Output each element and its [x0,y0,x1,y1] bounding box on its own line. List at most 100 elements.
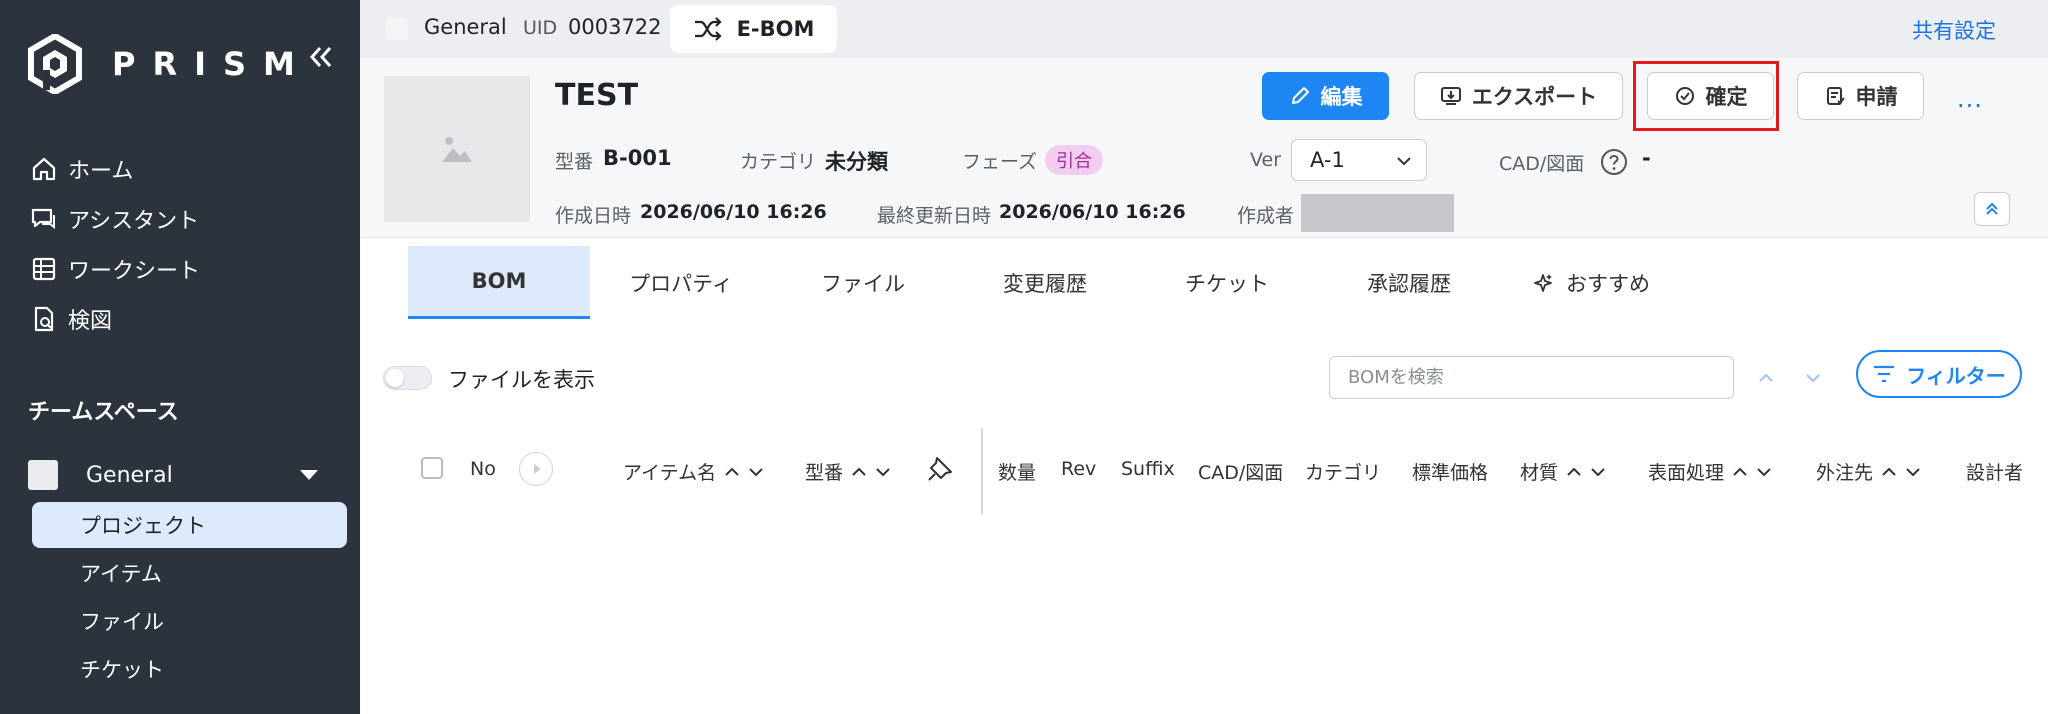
workspace-thumbnail [28,460,58,490]
sidebar-item-label: プロジェクト [80,514,206,538]
version-select[interactable]: A-1 [1291,139,1427,181]
column-label: アイテム名 [623,462,717,484]
column-standard-price[interactable]: 標準価格 [1412,458,1488,485]
updated-label: 最終更新日時 [877,205,992,227]
project-thumbnail[interactable] [384,76,530,222]
sidebar-item-files[interactable]: ファイル [32,598,347,644]
sort-desc-icon[interactable] [875,466,891,478]
brand[interactable]: PRISM [28,34,312,94]
tab-bar: BOM プロパティ ファイル 変更履歴 チケット 承認履歴 おすすめ [408,246,1682,319]
workspace-selector[interactable]: General [28,458,324,492]
column-rev[interactable]: Rev [1061,458,1096,480]
column-label: 数量 [998,462,1037,484]
previous-result-icon[interactable] [1757,370,1775,386]
chat-icon [31,208,55,229]
column-label: No [470,458,496,480]
sparkle-icon [1534,273,1552,292]
tab-change-history[interactable]: 変更履歴 [954,246,1136,319]
nav-label: ワークシート [68,259,201,284]
nav-item-worksheet[interactable]: ワークシート [30,244,200,294]
sort-asc-icon[interactable] [1881,466,1897,478]
updated-value: 2026/06/10 16:26 [999,201,1186,223]
column-label: Suffix [1121,458,1175,480]
apply-label: 申請 [1855,85,1898,109]
edit-button[interactable]: 編集 [1262,72,1389,120]
sidebar-item-tickets[interactable]: チケット [32,646,347,692]
sort-asc-icon[interactable] [1566,466,1582,478]
table-icon [32,257,56,281]
breadcrumb-workspace[interactable]: General [424,15,507,39]
project-header: TEST 型番 B-001 カテゴリ 未分類 フェーズ Ver CAD/図面 -… [360,58,2048,238]
tab-bom[interactable]: BOM [408,246,590,319]
cad-value: - [1642,146,1651,170]
team-space-heading: チームスペース [28,400,179,425]
home-icon [32,157,56,181]
column-surface-treatment[interactable]: 表面処理 [1648,458,1772,485]
column-suffix[interactable]: Suffix [1121,458,1175,480]
pin-icon[interactable] [925,454,955,484]
column-label: 設計者 [1966,462,2024,484]
show-files-label: ファイルを表示 [448,368,595,392]
sort-desc-icon[interactable] [748,466,764,478]
main-nav: ホーム アシスタント ワークシート 検図 [30,144,200,344]
brand-name: PRISM [112,45,312,83]
nav-item-home[interactable]: ホーム [30,144,200,194]
column-no[interactable]: No [470,458,496,480]
next-result-icon[interactable] [1804,370,1822,386]
sidebar-item-items[interactable]: アイテム [32,550,347,596]
tab-label: おすすめ [1566,271,1650,296]
category-value: 未分類 [825,150,888,174]
show-files-toggle[interactable] [383,366,432,390]
column-cad[interactable]: CAD/図面 [1198,458,1283,485]
column-label: CAD/図面 [1198,462,1284,484]
share-settings-link[interactable]: 共有設定 [1912,15,1996,45]
sort-desc-icon[interactable] [1905,466,1921,478]
bom-search-input[interactable] [1329,356,1734,399]
caret-down-icon [300,470,318,480]
export-icon [1440,87,1461,105]
column-item-name[interactable]: アイテム名 [623,458,764,485]
filter-button[interactable]: フィルター [1856,350,2022,398]
sort-asc-icon[interactable] [851,466,867,478]
tab-tickets[interactable]: チケット [1136,246,1318,319]
tab-recommendations[interactable]: おすすめ [1500,246,1682,319]
apply-button[interactable]: 申請 [1797,72,1924,120]
more-options-button[interactable]: ··· [1957,92,1983,120]
sort-asc-icon[interactable] [724,466,740,478]
export-button[interactable]: エクスポート [1414,72,1623,120]
sidebar-item-projects[interactable]: プロジェクト [32,502,347,548]
column-label: 材質 [1520,462,1559,484]
column-model[interactable]: 型番 [805,458,891,485]
sort-asc-icon[interactable] [1732,466,1748,478]
column-category[interactable]: カテゴリ [1305,458,1381,485]
nav-item-assistant[interactable]: アシスタント [30,194,200,244]
sort-desc-icon[interactable] [1590,466,1606,478]
sidebar-item-label: アイテム [80,562,162,586]
collapse-sidebar-icon[interactable] [308,44,334,70]
column-label: Rev [1061,458,1097,480]
tab-approval-history[interactable]: 承認履歴 [1318,246,1500,319]
created-label: 作成日時 [555,205,632,227]
column-supplier[interactable]: 外注先 [1816,458,1921,485]
expand-all-button[interactable] [519,452,553,486]
nav-label: 検図 [68,309,113,334]
column-label: 型番 [805,462,844,484]
select-all-checkbox[interactable] [421,457,443,479]
column-quantity[interactable]: 数量 [998,458,1036,485]
pinned-column-divider[interactable] [981,428,983,514]
tab-files[interactable]: ファイル [772,246,954,319]
collapse-header-button[interactable] [1974,192,2010,226]
tab-properties[interactable]: プロパティ [590,246,772,319]
sort-desc-icon[interactable] [1756,466,1772,478]
column-label: 外注先 [1816,462,1874,484]
nav-item-inspection[interactable]: 検図 [30,294,200,344]
ver-label: Ver [1250,149,1282,171]
column-designer[interactable]: 設計者 [1966,458,2023,485]
sidebar: PRISM ホーム アシスタント ワークシート 検図 チームスペース Gener… [0,0,360,714]
bom-type-pill[interactable]: E-BOM [670,5,837,53]
help-icon[interactable] [1600,148,1628,176]
model-value: B-001 [603,146,672,170]
page-title: TEST [555,78,639,113]
column-material[interactable]: 材質 [1520,458,1606,485]
column-label: 標準価格 [1412,462,1489,484]
